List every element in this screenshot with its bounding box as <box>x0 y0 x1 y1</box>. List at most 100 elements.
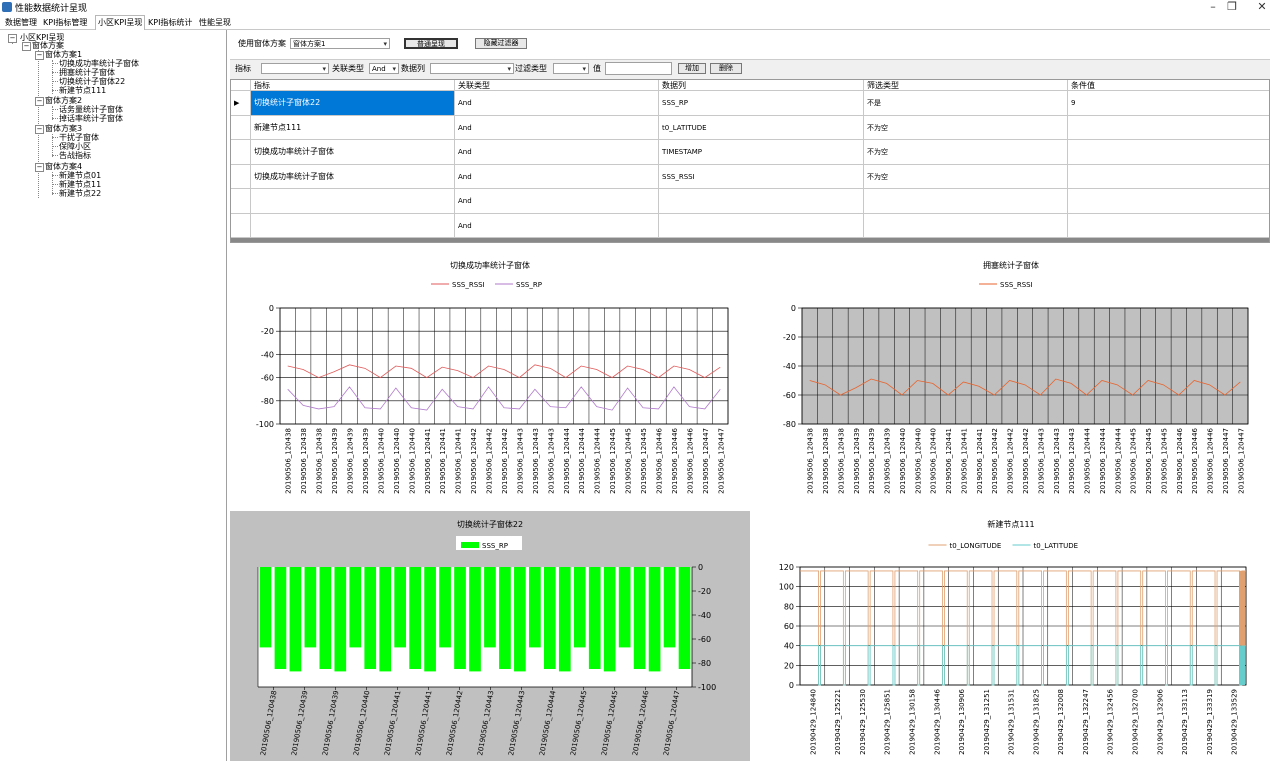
y-tick-label: 40 <box>784 642 794 651</box>
grid-cell[interactable]: 切换成功率统计子窗体 <box>251 164 455 189</box>
collapse-scheme4-icon[interactable]: − <box>35 163 44 172</box>
add-button[interactable]: 增加 <box>678 63 706 74</box>
grid-cell[interactable] <box>1068 116 1269 140</box>
grid-cell[interactable]: 不为空 <box>864 164 1068 189</box>
grid-cell[interactable]: And <box>455 189 659 214</box>
datacol-select[interactable]: ▾ <box>430 63 514 74</box>
row-selector[interactable] <box>231 164 251 189</box>
grid-cell[interactable] <box>659 213 864 238</box>
tree-scheme-3[interactable]: 窗体方案3 <box>45 124 82 133</box>
filtertype-select[interactable]: ▾ <box>553 63 589 74</box>
grid-cell[interactable] <box>1068 165 1269 189</box>
grid-cell[interactable] <box>864 189 1068 214</box>
delete-button[interactable]: 删除 <box>710 63 742 74</box>
grid-cell[interactable]: 不为空 <box>864 140 1068 165</box>
collapse-scheme2-icon[interactable]: − <box>35 97 44 106</box>
tree-scheme-4[interactable]: 窗体方案4 <box>45 162 82 171</box>
grid-cell[interactable]: And <box>455 140 659 165</box>
grid-cell[interactable] <box>251 213 455 238</box>
grid-cell[interactable]: t0_LATITUDE <box>659 115 864 140</box>
tree-scheme-1[interactable]: 窗体方案1 <box>45 50 82 59</box>
collapse-root-icon[interactable]: − <box>8 34 17 43</box>
tree-item[interactable]: 新建节点111 <box>59 86 106 95</box>
grid-cell[interactable] <box>659 189 864 214</box>
x-tick-label: 20190429_131531 <box>1008 689 1016 755</box>
grid-cell[interactable] <box>1068 214 1269 238</box>
bar <box>633 567 646 669</box>
bar <box>499 567 511 669</box>
grid-header-4[interactable]: 条件值 <box>1068 80 1269 91</box>
x-tick-label: 20190506_120438 <box>822 428 830 494</box>
tree-item[interactable]: 新建节点01 <box>59 171 101 180</box>
bar <box>678 567 691 669</box>
chart1-svg: 0 -20 -40 -60 -80 -100 20190506_120438 20190506… <box>256 281 729 494</box>
grid-header-2[interactable]: 数据列 <box>659 80 864 91</box>
tree-item[interactable]: 保障小区 <box>59 142 91 151</box>
restore-button[interactable]: ❐ <box>1217 0 1247 14</box>
row-selector[interactable]: ▶ <box>231 91 251 116</box>
grid-cell[interactable]: 不是 <box>864 91 1068 116</box>
grid-header-0[interactable]: 指标 <box>251 80 455 91</box>
normal-view-button[interactable]: 普通呈现 <box>404 38 458 49</box>
row-selector[interactable] <box>231 213 251 238</box>
tab-data-management[interactable]: 数据管理 <box>3 16 39 29</box>
collapse-scheme1-icon[interactable]: − <box>35 51 44 60</box>
x-tick-label: 20190506_120441 <box>945 428 953 494</box>
x-tick-label: 20190506_120442 <box>486 428 494 494</box>
x-tick-label: 20190506_120438 <box>259 690 278 756</box>
x-tick-label: 20190506_120439 <box>321 690 340 756</box>
grid-cell[interactable] <box>1068 189 1269 214</box>
y-tick-label: -80 <box>261 397 274 406</box>
metric-select[interactable]: ▾ <box>261 63 329 74</box>
close-button[interactable]: ✕ <box>1247 0 1270 14</box>
grid-cell[interactable]: And <box>455 213 659 238</box>
tree-item[interactable]: 切换成功率统计子窗体 <box>59 59 139 68</box>
tree-item[interactable]: 掉话率统计子窗体 <box>59 114 123 123</box>
grid-cell[interactable]: 新建节点111 <box>251 115 455 140</box>
tree-item[interactable]: 话务量统计子窗体 <box>59 105 123 114</box>
grid-cell[interactable]: And <box>455 91 659 116</box>
tree-item[interactable]: 告战指标 <box>59 151 91 160</box>
collapse-scheme3-icon[interactable]: − <box>35 125 44 134</box>
grid-cell[interactable]: 切换统计子窗体22 <box>251 91 455 116</box>
tab-kpi-management[interactable]: KPI指标管理 <box>41 16 89 29</box>
grid-cell[interactable]: 不为空 <box>864 115 1068 140</box>
grid-header-3[interactable]: 筛选类型 <box>864 80 1068 91</box>
legend-label: SSS_RP <box>516 281 542 289</box>
tree-group[interactable]: 窗体方案 <box>32 41 64 50</box>
tree-item[interactable]: 新建节点22 <box>59 189 101 198</box>
tab-performance[interactable]: 性能呈现 <box>197 16 233 29</box>
tree-scheme-2[interactable]: 窗体方案2 <box>45 96 82 105</box>
grid-scrollbar[interactable] <box>231 238 1269 242</box>
hide-filter-button[interactable]: 隐藏过滤器 <box>475 38 527 49</box>
grid-cell[interactable] <box>251 189 455 214</box>
bar <box>529 567 541 648</box>
tab-cell-kpi[interactable]: 小区KPI呈现 <box>95 15 146 30</box>
grid-cell[interactable]: And <box>455 164 659 189</box>
tree-item[interactable]: 干扰子窗体 <box>59 133 99 142</box>
grid-cell[interactable]: And <box>455 115 659 140</box>
value-input[interactable] <box>605 62 672 75</box>
grid-cell[interactable]: SSS_RSSI <box>659 164 864 189</box>
grid-header-1[interactable]: 关联类型 <box>455 80 659 91</box>
grid-cell[interactable] <box>864 213 1068 238</box>
bar <box>648 567 661 672</box>
row-selector[interactable] <box>231 189 251 214</box>
x-tick-label: 20190506_120440 <box>930 428 938 494</box>
row-selector[interactable] <box>231 140 251 165</box>
grid-cell[interactable]: 9 <box>1068 91 1269 116</box>
tree-item[interactable]: 新建节点11 <box>59 180 101 189</box>
tree-item[interactable]: 拥塞统计子窗体 <box>59 68 115 77</box>
collapse-group-icon[interactable]: − <box>22 42 31 51</box>
grid-cell[interactable]: 切换成功率统计子窗体 <box>251 140 455 165</box>
grid-cell[interactable]: TIMESTAMP <box>659 140 864 165</box>
grid-cell[interactable] <box>1068 140 1269 165</box>
series-line <box>287 386 721 411</box>
scheme-select[interactable]: 窗体方案1 ▾ <box>290 38 390 49</box>
tree-item[interactable]: 切换统计子窗体22 <box>59 77 125 86</box>
row-selector[interactable] <box>231 115 251 140</box>
grid-cell[interactable]: SSS_RP <box>659 91 864 116</box>
relation-select[interactable]: And ▾ <box>369 63 399 74</box>
x-tick-label: 20190429_132906 <box>1156 688 1164 754</box>
tab-kpi-statistics[interactable]: KPI指标统计 <box>146 16 194 29</box>
